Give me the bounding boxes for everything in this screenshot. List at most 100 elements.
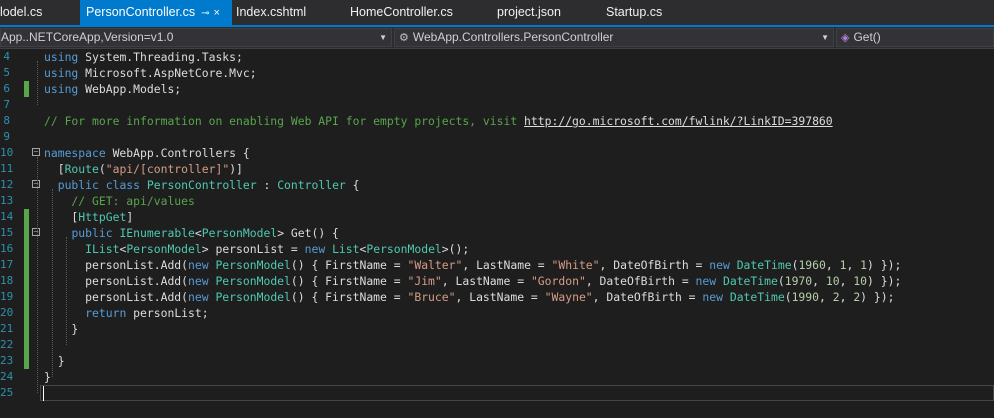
code-line[interactable]: [Route("api/[controller]")] [0, 161, 994, 177]
code-token: "Gordon" [530, 274, 586, 288]
code-line[interactable]: IList<PersonModel> personList = new List… [0, 241, 994, 257]
code-token: new [188, 274, 216, 288]
code-line[interactable]: using System.Threading.Tasks; [0, 49, 994, 65]
code-text: [HttpGet] [44, 209, 133, 225]
indent-guide [66, 237, 67, 345]
code-line[interactable]: personList.Add(new PersonModel() { First… [0, 257, 994, 273]
code-token: Microsoft.AspNetCore.Mvc; [85, 66, 257, 80]
code-line[interactable]: − namespace WebApp.Controllers { [0, 145, 994, 161]
code-line[interactable] [0, 97, 994, 113]
type-label: WebApp.Controllers.PersonController [412, 30, 614, 44]
code-token: Controller [277, 178, 346, 192]
tab-label: Startup.cs [606, 5, 663, 19]
code-token: >(); [441, 242, 470, 256]
code-line[interactable] [0, 129, 994, 145]
code-token: "Jim" [407, 274, 442, 288]
code-text: personList.Add(new PersonModel() { First… [44, 257, 901, 273]
code-line[interactable]: using WebApp.Models; [0, 81, 994, 97]
text-caret [43, 386, 44, 401]
code-token: , DateOfBirth = [592, 290, 703, 304]
code-token: ) }); [867, 274, 902, 288]
code-token: [ [44, 162, 65, 176]
indent-guide [52, 189, 53, 377]
code-editor[interactable]: 4 5 6 7 8 9 10 11 12 13 14 15 16 17 18 19 20 21 22 23 24 25 u… [0, 49, 994, 418]
code-line[interactable]: } [0, 321, 994, 337]
code-text: using WebApp.Models; [44, 81, 181, 97]
code-token: PersonModel [366, 242, 442, 256]
code-token: using [44, 66, 86, 80]
code-line[interactable]: using Microsoft.AspNetCore.Mvc; [0, 65, 994, 81]
tab-startup-cs[interactable]: Startup.cs [606, 0, 706, 25]
tab-label: lodel.cs [0, 5, 43, 19]
code-line[interactable]: // For more information on enabling Web … [0, 113, 994, 129]
code-line[interactable]: } [0, 353, 994, 369]
code-link[interactable]: http://go.microsoft.com/fwlink/?LinkID=3… [524, 114, 833, 128]
code-token: > Get() { [277, 226, 339, 240]
collapse-icon[interactable]: − [32, 180, 40, 188]
code-token: , DateOfBirth = [599, 258, 710, 272]
tab-person-controller[interactable]: PersonController.cs ⊸ × [80, 0, 232, 25]
code-line[interactable]: − public class PersonController : Contro… [0, 177, 994, 193]
code-line[interactable]: [HttpGet] [0, 209, 994, 225]
code-token: IList [85, 242, 120, 256]
project-label: App..NETCoreApp,Version=v1.0 [1, 30, 174, 44]
member-dropdown[interactable]: ◈ Get() [836, 28, 994, 47]
code-token: class [105, 178, 147, 192]
code-text: using Microsoft.AspNetCore.Mvc; [44, 65, 257, 81]
code-token: ( [777, 274, 785, 288]
code-token: { [345, 178, 360, 192]
code-token: PersonController [146, 178, 257, 192]
code-token: HttpGet [78, 210, 127, 224]
code-token: using [44, 82, 86, 96]
tab-project-json[interactable]: project.json [497, 0, 597, 25]
tab-label: HomeController.cs [350, 5, 453, 19]
code-text: [Route("api/[controller]")] [44, 161, 243, 177]
code-token: , [819, 290, 833, 304]
indent-guide [37, 157, 38, 393]
pin-icon[interactable]: ⊸ [201, 8, 209, 19]
project-dropdown[interactable]: App..NETCoreApp,Version=v1.0 ▼ [0, 28, 392, 47]
code-token: 2 [832, 290, 840, 304]
code-token: "White" [551, 258, 600, 272]
chevron-down-icon: ▼ [821, 33, 829, 42]
code-line[interactable] [0, 337, 994, 353]
code-token: System.Threading.Tasks; [85, 50, 243, 64]
code-line[interactable]: personList.Add(new PersonModel() { First… [0, 289, 994, 305]
code-token: , [846, 258, 861, 272]
code-token: "Walter" [407, 258, 463, 272]
tab-home-controller[interactable]: HomeController.cs [350, 0, 490, 25]
code-line[interactable]: // GET: api/values [0, 193, 994, 209]
code-token: PersonModel [215, 258, 291, 272]
code-line[interactable]: return personList; [0, 305, 994, 321]
code-token: , LastName = [455, 290, 545, 304]
code-area[interactable]: using System.Threading.Tasks; using Micro… [0, 49, 994, 418]
tab-index-cshtml[interactable]: Index.cshtml [236, 0, 346, 25]
type-dropdown[interactable]: ⚙ WebApp.Controllers.PersonController ▼ [394, 28, 834, 47]
code-token: , DateOfBirth = [585, 274, 696, 288]
close-icon[interactable]: × [213, 7, 219, 19]
code-token: , LastName = [462, 258, 552, 272]
code-token: , [825, 258, 840, 272]
chevron-down-icon: ▼ [379, 33, 387, 42]
collapse-icon[interactable]: − [32, 228, 40, 236]
code-token: > personList = [201, 242, 305, 256]
code-token: )] [229, 162, 243, 176]
code-token: return [85, 306, 134, 320]
code-text: namespace WebApp.Controllers { [44, 145, 250, 161]
code-token: namespace [44, 146, 113, 160]
code-text: public class PersonController : Controll… [44, 177, 360, 193]
code-token: DateTime [729, 290, 785, 304]
code-token: } [44, 354, 65, 368]
code-token: () { FirstName = [290, 258, 408, 272]
code-line[interactable]: − public IEnumerable<PersonModel> Get() … [0, 225, 994, 241]
code-token: List [332, 242, 360, 256]
code-line[interactable]: } [0, 369, 994, 385]
current-line-highlight [40, 385, 994, 401]
tab-model-cs[interactable]: lodel.cs [0, 0, 80, 25]
code-token: 1990 [791, 290, 820, 304]
code-line[interactable]: personList.Add(new PersonModel() { First… [0, 273, 994, 289]
code-token: DateTime [722, 274, 778, 288]
collapse-icon[interactable]: − [32, 148, 40, 156]
